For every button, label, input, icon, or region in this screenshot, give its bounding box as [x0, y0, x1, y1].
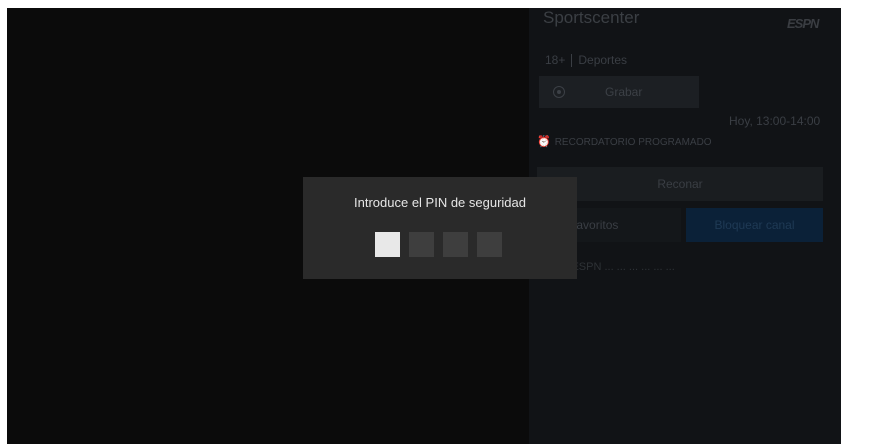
pin-digit-box[interactable]: [375, 232, 400, 257]
record-button[interactable]: Grabar: [539, 76, 699, 108]
program-meta: 18+ Deportes: [545, 53, 628, 68]
channel-logo: ESPN: [787, 16, 819, 31]
time-range: Hoy, 13:00-14:00: [729, 114, 821, 128]
pin-digit-box[interactable]: [443, 232, 468, 257]
pin-dialog-title: Introduce el PIN de seguridad: [354, 195, 526, 210]
record-label: Grabar: [605, 85, 643, 99]
alarm-clock-icon: ⏰: [537, 136, 551, 148]
tv-screen: Sportscenter ESPN 18+ Deportes Grabar Hoy…: [7, 8, 841, 444]
age-rating: 18+: [545, 53, 566, 67]
program-description: ... ... ESPN ... ... ... ... ... ...: [547, 261, 675, 273]
program-title: Sportscenter: [543, 8, 640, 27]
record-icon: [553, 86, 565, 98]
block-channel-button[interactable]: Bloquear canal: [686, 208, 823, 242]
reminder-label: RECORDATORIO PROGRAMADO: [554, 137, 712, 148]
pin-digit-box[interactable]: [409, 232, 434, 257]
pin-dialog: Introduce el PIN de seguridad: [303, 177, 577, 279]
pin-digit-box[interactable]: [477, 232, 502, 257]
reminder-status: ⏰ RECORDATORIO PROGRAMADO: [537, 135, 712, 148]
reconnect-button[interactable]: Reconar: [537, 167, 823, 201]
divider: [571, 54, 573, 68]
genre: Deportes: [578, 53, 628, 67]
